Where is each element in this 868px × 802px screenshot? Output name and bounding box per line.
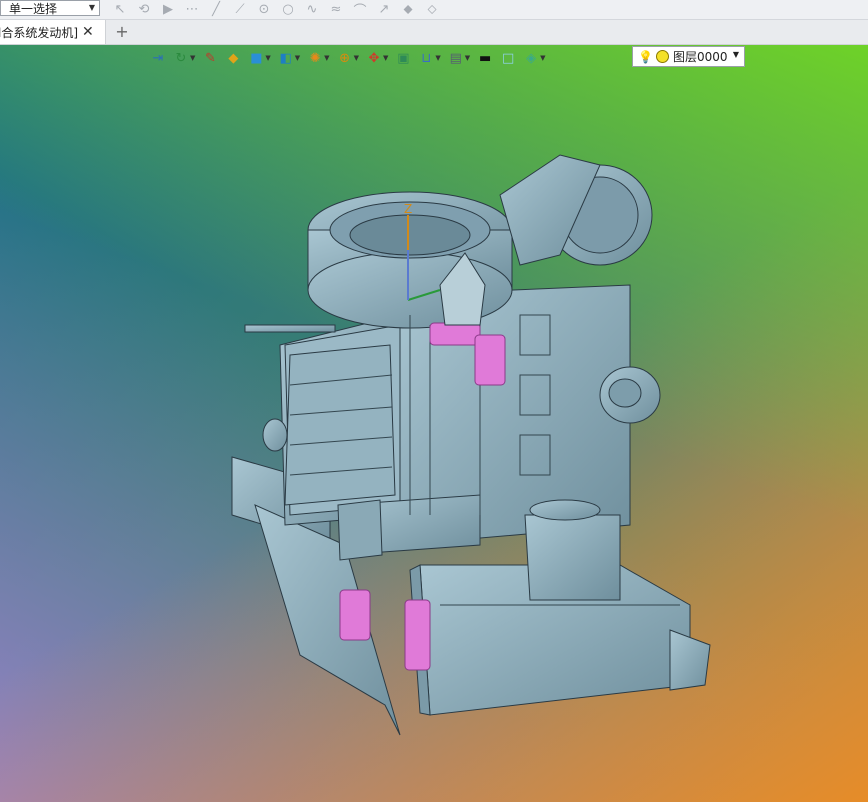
display-icon: ▤ (449, 50, 462, 66)
chevron-down-icon: ▼ (88, 3, 95, 12)
chevron-down-icon[interactable]: ▼ (265, 54, 270, 62)
3d-viewport[interactable]: Z (0, 45, 868, 802)
cube-icon: ■ (250, 50, 263, 66)
arrow-line-icon[interactable]: ↗ (372, 0, 396, 18)
document-tab-bar: l合系统发动机] ✕ + (0, 20, 868, 45)
svg-text:Z: Z (404, 202, 412, 216)
solid-face-icon: ◆ (228, 50, 239, 66)
engine-model[interactable]: Z (0, 45, 868, 802)
line-color-icon: ▬ (478, 50, 492, 66)
coordinate-icon: ↻ (175, 50, 187, 66)
chevron-down-icon[interactable]: ▼ (324, 54, 329, 62)
surface2-icon[interactable]: ⬦ (420, 0, 444, 18)
display-tool[interactable]: ▤ ▼ (448, 48, 471, 68)
chevron-down-icon[interactable]: ▼ (295, 54, 300, 62)
view-orient-icon: ◧ (279, 50, 292, 66)
fit-view-icon: ▣ (397, 50, 410, 66)
chevron-down-icon[interactable]: ▼ (465, 54, 470, 62)
chevron-down-icon[interactable]: ▼ (383, 54, 388, 62)
arc-icon[interactable]: ⌒ (348, 0, 372, 19)
chevron-down-icon[interactable]: ▼ (354, 54, 359, 62)
chevron-down-icon[interactable]: ▼ (540, 54, 545, 62)
circle-point-icon[interactable]: ⊙ (252, 0, 276, 18)
line-icon[interactable]: ╱ (204, 0, 228, 18)
curve-icon[interactable]: ∿ (300, 0, 324, 18)
lightbulb-icon[interactable]: 💡 (638, 50, 653, 64)
tab-engine-assembly[interactable]: l合系统发动机] ✕ (0, 20, 106, 44)
fill-color-icon: □ (501, 50, 515, 66)
section-icon: ⊔ (421, 50, 432, 66)
section-tool[interactable]: ⊔ ▼ (418, 48, 440, 68)
pick-filter-icon[interactable]: ⟲ (132, 0, 156, 18)
line-color-tool[interactable]: ▬ (477, 48, 493, 68)
chevron-down-icon: ▼ (732, 50, 739, 59)
view-toolbar: ⇥ ↻ ▼ ✎ ◆ ■ ▼ ◧ ▼ ✺ ▼ ⊕ ▼ ✥ ▼ ▣ ⊔ ▼ ▤ ▼ ▬ □ ◈ ▼ (150, 47, 553, 69)
sketch-pen-tool[interactable]: ✎ (202, 48, 218, 68)
zoom-icon: ⊕ (339, 50, 351, 66)
wave-icon[interactable]: ≈ (324, 0, 348, 18)
solid-face-tool[interactable]: ◆ (225, 48, 241, 68)
render-style-icon: ✺ (309, 50, 321, 66)
surface-icon[interactable]: ⬥ (396, 0, 420, 18)
layer-select[interactable]: 💡 图层0000 ▼ (632, 46, 745, 67)
layer-tool-icon: ◈ (526, 50, 537, 66)
pan-icon: ✥ (368, 50, 380, 66)
tab-title: l合系统发动机] (0, 25, 79, 40)
circle-icon[interactable]: ○ (276, 0, 300, 18)
render-style-tool[interactable]: ✺ ▼ (307, 48, 330, 68)
selection-toolbar: 单一选择 ▼ ↖ ⟲ ▶ ⋯ ╱ ⟋ ⊙ ○ ∿ ≈ ⌒ ↗ ⬥ ⬦ (0, 0, 868, 20)
layer-tool-tool[interactable]: ◈ ▼ (523, 48, 545, 68)
exit-tool[interactable]: ⇥ (150, 48, 166, 68)
coordinate-tool[interactable]: ↻ ▼ (173, 48, 196, 68)
view-orient-tool[interactable]: ◧ ▼ (278, 48, 301, 68)
add-tab-button[interactable]: + (114, 22, 130, 41)
fill-color-tool[interactable]: □ (500, 48, 516, 68)
chevron-down-icon[interactable]: ▼ (190, 54, 195, 62)
close-icon[interactable]: ✕ (82, 24, 94, 40)
layer-name: 图层0000 (672, 50, 728, 64)
play-icon[interactable]: ▶ (156, 0, 180, 18)
line2-icon[interactable]: ⟋ (228, 0, 252, 18)
pick-arrow-icon[interactable]: ↖ (108, 0, 132, 18)
selection-mode-select[interactable]: 单一选择 ▼ (0, 0, 100, 16)
exit-icon: ⇥ (152, 50, 164, 66)
selection-mode-value: 单一选择 (9, 1, 58, 16)
point-icon[interactable]: ⋯ (180, 0, 204, 18)
zoom-tool[interactable]: ⊕ ▼ (337, 48, 359, 68)
pick-tools: ↖ ⟲ ▶ ⋯ ╱ ⟋ ⊙ ○ ∿ ≈ ⌒ ↗ ⬥ ⬦ (108, 0, 444, 19)
cube-tool[interactable]: ■ ▼ (248, 48, 271, 68)
sketch-pen-icon: ✎ (204, 50, 216, 66)
fit-view-tool[interactable]: ▣ (395, 48, 411, 68)
layer-color-icon (655, 50, 669, 63)
pan-tool[interactable]: ✥ ▼ (366, 48, 389, 68)
chevron-down-icon[interactable]: ▼ (435, 54, 440, 62)
